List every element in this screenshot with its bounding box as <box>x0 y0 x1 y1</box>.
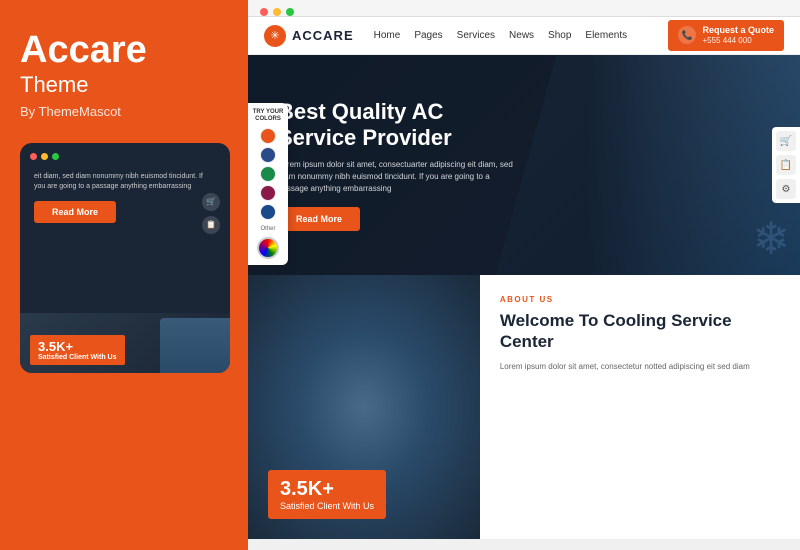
mobile-read-more-button[interactable]: Read More <box>34 201 116 223</box>
brand-by: By ThemeMascot <box>20 104 228 119</box>
logo-icon: ✳ <box>264 25 286 47</box>
right-panel: ✳ ACCARE Home Pages Services News Shop E… <box>248 0 800 550</box>
mobile-badge: 3.5K+ Satisfied Client With Us <box>30 335 125 365</box>
hero-section: ❄ TRY YOURCOLORS Other ‹ › Best Quality … <box>248 55 800 275</box>
browser-dot-yellow <box>273 8 281 16</box>
browser-dot-green <box>286 8 294 16</box>
sidebar-gear-icon[interactable]: ⚙ <box>776 179 796 199</box>
website-content: ✳ ACCARE Home Pages Services News Shop E… <box>248 17 800 539</box>
mobile-bottom-section: 3.5K+ Satisfied Client With Us <box>20 313 230 373</box>
clipboard-icon[interactable]: 📋 <box>202 216 220 234</box>
nav-link-home[interactable]: Home <box>374 30 401 41</box>
brand-sub: Theme <box>20 72 228 98</box>
hero-sidebar-icons: 🛒 📋 ⚙ <box>772 127 800 203</box>
bottom-right-text: ABOUT US Welcome To Cooling Service Cent… <box>480 275 800 539</box>
bottom-badge-number: 3.5K+ <box>280 478 374 501</box>
about-us-label: ABOUT US <box>500 295 780 304</box>
browser-chrome <box>248 0 800 17</box>
hero-title: Best Quality AC Service Provider <box>278 99 522 152</box>
nav-quote-phone: +555 444 000 <box>702 36 774 46</box>
other-label: Other <box>260 226 275 232</box>
site-logo: ✳ ACCARE <box>264 25 354 47</box>
sidebar-cart-icon[interactable]: 🛒 <box>776 131 796 151</box>
nav-link-elements[interactable]: Elements <box>585 30 627 41</box>
bottom-left-image: 3.5K+ Satisfied Client With Us <box>248 275 480 539</box>
mobile-icons-right: 🛒 📋 <box>202 193 220 234</box>
nav-link-services[interactable]: Services <box>457 30 495 41</box>
nav-quote[interactable]: 📞 Request a Quote +555 444 000 <box>668 20 784 50</box>
mobile-dot-green <box>52 153 59 160</box>
site-nav-links: Home Pages Services News Shop Elements <box>374 30 669 41</box>
mobile-badge-text: Satisfied Client With Us <box>38 354 117 361</box>
cart-icon[interactable]: 🛒 <box>202 193 220 211</box>
hero-read-more-button[interactable]: Read More <box>278 207 360 231</box>
nav-quote-label: Request a Quote <box>702 25 774 36</box>
mobile-dot-red <box>30 153 37 160</box>
bottom-badge: 3.5K+ Satisfied Client With Us <box>268 470 386 519</box>
mobile-mockup: eit diam, sed diam nonummy nibh euismod … <box>20 143 230 373</box>
phone-icon: 📞 <box>678 26 696 44</box>
site-nav: ✳ ACCARE Home Pages Services News Shop E… <box>248 17 800 55</box>
hero-content: Best Quality AC Service Provider Lorem i… <box>248 99 552 232</box>
nav-link-shop[interactable]: Shop <box>548 30 571 41</box>
mobile-text-area: eit diam, sed diam nonummy nibh euismod … <box>30 168 220 238</box>
mobile-body-text: eit diam, sed diam nonummy nibh euismod … <box>34 172 216 192</box>
left-panel: Accare Theme By ThemeMascot eit diam, se… <box>0 0 248 550</box>
nav-link-pages[interactable]: Pages <box>414 30 442 41</box>
snowflake-icon: ❄ <box>752 212 790 265</box>
browser-dot-red <box>260 8 268 16</box>
bottom-section: 3.5K+ Satisfied Client With Us ABOUT US … <box>248 275 800 539</box>
nav-link-news[interactable]: News <box>509 30 534 41</box>
mobile-person-image <box>160 318 230 373</box>
brand-title: Accare <box>20 30 228 72</box>
hero-description: Lorem ipsum dolor sit amet, consectuarte… <box>278 159 522 195</box>
about-description: Lorem ipsum dolor sit amet, consectetur … <box>500 361 780 374</box>
mobile-dots <box>30 153 220 160</box>
logo-text: ACCARE <box>292 28 354 43</box>
nav-quote-text: Request a Quote +555 444 000 <box>702 25 774 45</box>
color-green[interactable] <box>260 166 276 182</box>
color-picker-panel: TRY YOURCOLORS Other <box>248 103 288 265</box>
try-colors-label: TRY YOURCOLORS <box>253 109 284 123</box>
color-blue[interactable] <box>260 147 276 163</box>
sidebar-clipboard-icon[interactable]: 📋 <box>776 155 796 175</box>
mobile-badge-number: 3.5K+ <box>38 339 117 354</box>
color-orange[interactable] <box>260 128 276 144</box>
about-title: Welcome To Cooling Service Center <box>500 310 780 353</box>
color-darkblue[interactable] <box>260 204 276 220</box>
color-wheel[interactable] <box>257 237 279 259</box>
bottom-badge-text: Satisfied Client With Us <box>280 501 374 511</box>
color-purple[interactable] <box>260 185 276 201</box>
mobile-dot-yellow <box>41 153 48 160</box>
